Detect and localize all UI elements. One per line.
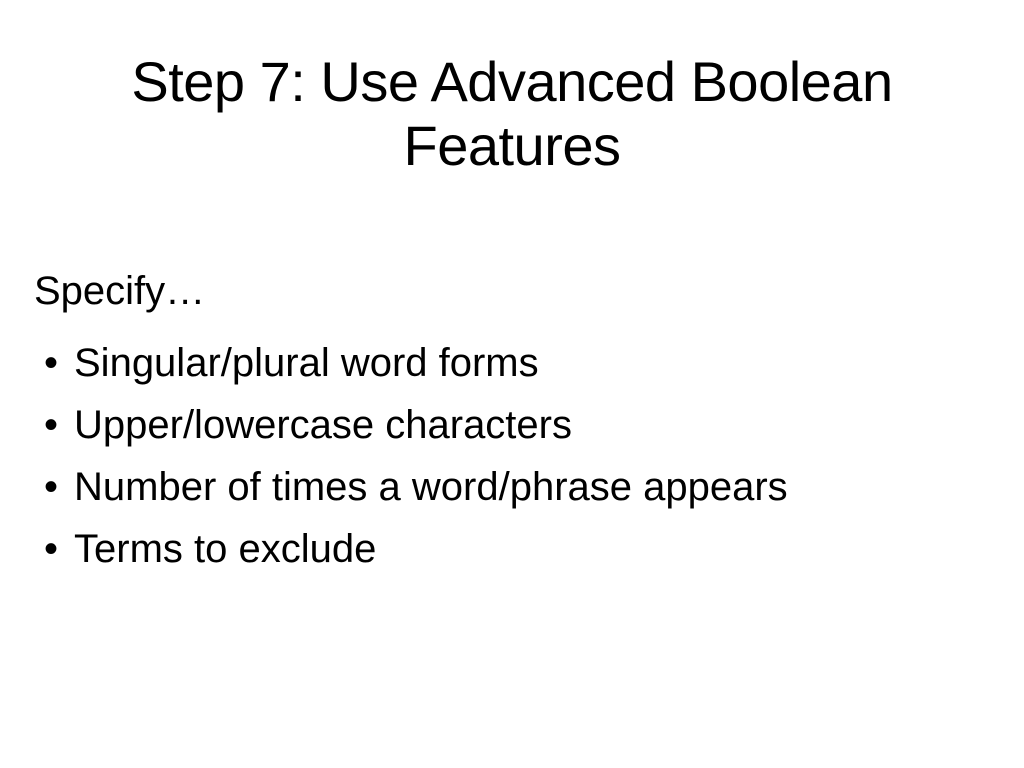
bullet-list: Singular/plural word forms Upper/lowerca… — [30, 332, 994, 580]
slide-container: Step 7: Use Advanced Boolean Features Sp… — [0, 0, 1024, 768]
intro-text: Specify… — [30, 269, 994, 314]
list-item: Number of times a word/phrase appears — [34, 456, 994, 518]
list-item: Terms to exclude — [34, 518, 994, 580]
list-item: Upper/lowercase characters — [34, 394, 994, 456]
slide-title: Step 7: Use Advanced Boolean Features — [30, 50, 994, 179]
list-item: Singular/plural word forms — [34, 332, 994, 394]
